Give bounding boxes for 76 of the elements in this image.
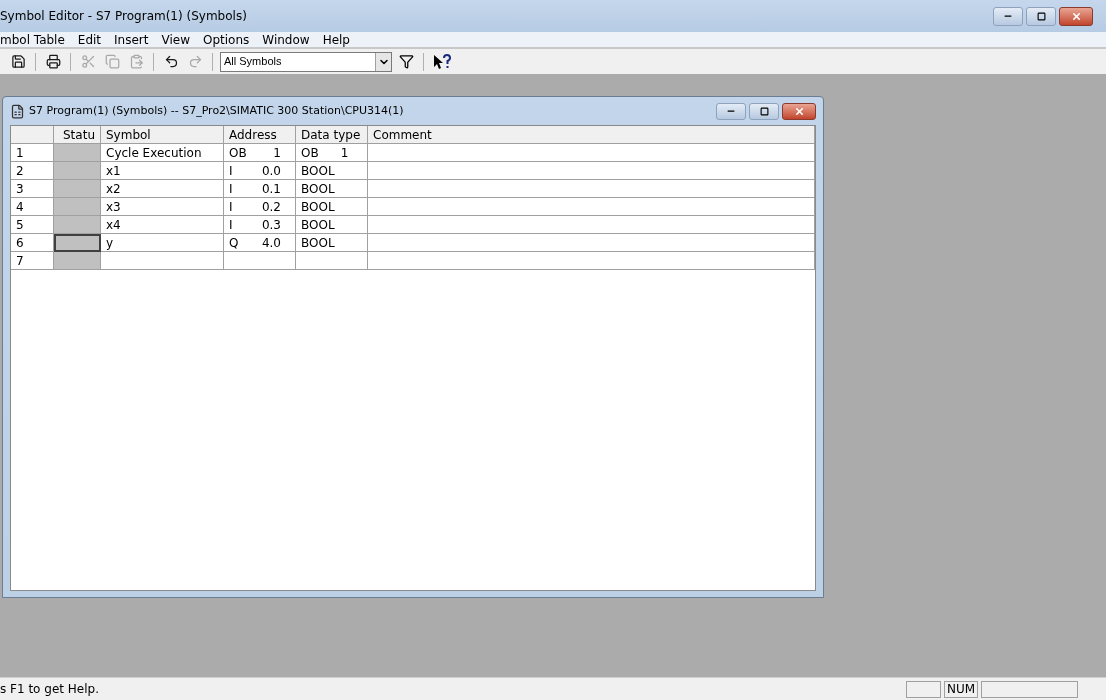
data-type-text: BOOL [301, 234, 335, 252]
close-button[interactable] [782, 102, 816, 120]
menu-item[interactable]: Options [203, 30, 250, 49]
address-number-text: 0.1 [261, 180, 282, 198]
menu-item[interactable]: Help [322, 30, 350, 49]
child-window-title: S7 Program(1) (Symbols) -- S7_Pro2\SIMATIC 300 Station\CPU314(1) [29, 102, 404, 119]
redo-icon [187, 54, 203, 69]
data-type-text: BOOL [301, 216, 335, 234]
row-number-cell[interactable]: 6 [11, 234, 54, 252]
address-area-text: I [229, 198, 233, 216]
column-header[interactable]: Comment [368, 126, 815, 144]
maximize-icon [759, 106, 769, 116]
row-number-cell[interactable]: 4 [11, 198, 54, 216]
close-icon [793, 105, 805, 117]
data-type-number-text: 1 [340, 144, 349, 162]
address-number-text: 0.2 [261, 198, 282, 216]
symbol-cell: x4 [101, 216, 224, 234]
status-cell[interactable] [54, 234, 101, 252]
address-number-text: 1 [273, 144, 282, 162]
address-area-text: I [229, 162, 233, 180]
address-area-text: I [229, 216, 233, 234]
num-lock-indicator: NUM [944, 680, 978, 698]
menu-item[interactable]: mbol Table [0, 30, 65, 49]
address-number-text: 0.0 [261, 162, 282, 180]
maximize-button[interactable] [1026, 6, 1056, 26]
status-cell[interactable] [54, 216, 101, 234]
menu-item[interactable]: View [161, 30, 190, 49]
row-number-cell[interactable]: 1 [11, 144, 54, 162]
row-number-cell[interactable]: 3 [11, 180, 54, 198]
help-pointer-icon [433, 53, 451, 70]
paste-icon [128, 54, 144, 69]
symbol-cell: x3 [101, 198, 224, 216]
menu-item[interactable]: Edit [77, 30, 102, 49]
save-icon [10, 54, 26, 69]
copy-icon [104, 54, 120, 69]
symbol-cell: x1 [101, 162, 224, 180]
scissors-icon [80, 54, 96, 69]
maximize-icon [1036, 11, 1046, 21]
table-document-icon [10, 103, 25, 119]
status-cell[interactable] [54, 252, 101, 270]
data-type-text: BOOL [301, 180, 335, 198]
window-title: Symbol Editor - S7 Program(1) (Symbols) [0, 8, 247, 25]
address-number-text: 4.0 [261, 234, 282, 252]
data-type-text: BOOL [301, 198, 335, 216]
menu-item[interactable]: Window [262, 30, 310, 49]
address-area-text: OB [229, 144, 247, 162]
maximize-button[interactable] [749, 102, 779, 120]
data-type-text: BOOL [301, 162, 335, 180]
column-header[interactable]: Symbol [101, 126, 224, 144]
close-button[interactable] [1059, 6, 1093, 26]
row-number-cell[interactable]: 5 [11, 216, 54, 234]
status-message: s F1 to get Help. [0, 681, 99, 698]
symbol-cell: Cycle Execution [101, 144, 224, 162]
symbol-cell: y [101, 234, 224, 252]
symbol-cell: x2 [101, 180, 224, 198]
status-cell[interactable] [54, 144, 101, 162]
row-number-cell[interactable]: 2 [11, 162, 54, 180]
column-header[interactable]: Address [224, 126, 296, 144]
help-pointer-button[interactable] [431, 51, 453, 72]
address-number-text: 0.3 [261, 216, 282, 234]
printer-icon [45, 54, 61, 69]
address-area-text: I [229, 180, 233, 198]
status-panel [906, 680, 941, 698]
menu-item[interactable]: Insert [114, 30, 149, 49]
status-cell[interactable] [54, 180, 101, 198]
close-icon [1070, 10, 1082, 22]
data-type-text: OB [301, 144, 319, 162]
undo-icon [163, 54, 179, 69]
status-cell[interactable] [54, 198, 101, 216]
address-area-text: Q [229, 234, 239, 252]
column-header[interactable]: Data type [296, 126, 368, 144]
minimize-button[interactable] [716, 102, 746, 120]
filter-icon [398, 54, 414, 69]
row-number-cell[interactable]: 7 [11, 252, 54, 270]
status-cell[interactable] [54, 162, 101, 180]
filter-dropdown[interactable]: All Symbols [220, 51, 392, 72]
